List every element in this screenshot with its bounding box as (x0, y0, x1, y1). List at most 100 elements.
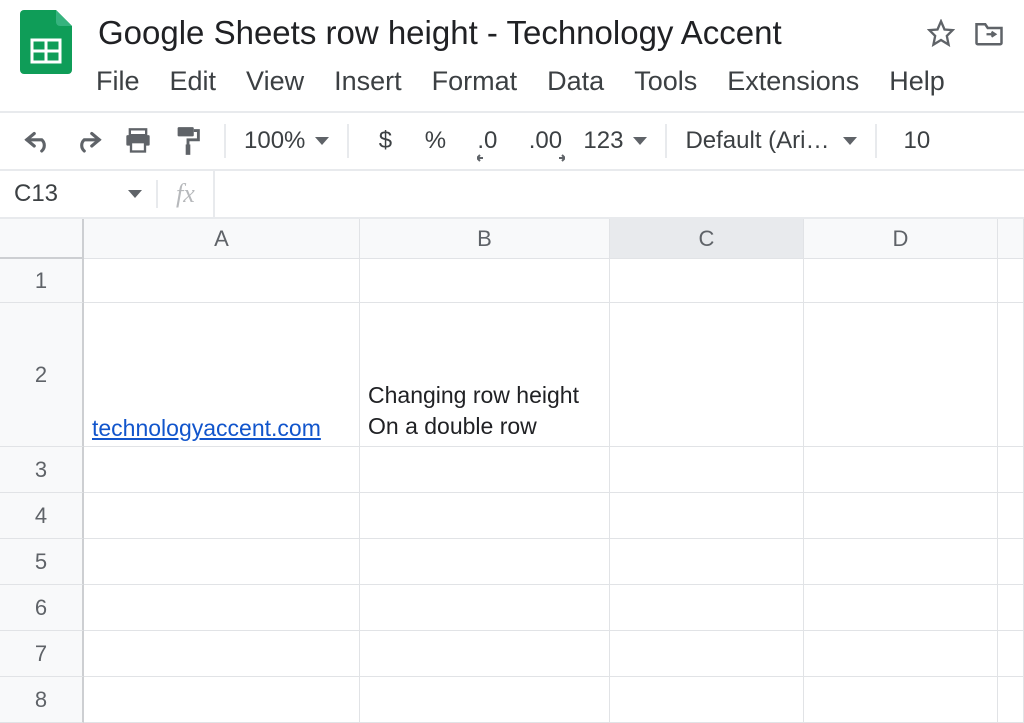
row-header-4[interactable]: 4 (0, 493, 84, 539)
toolbar-separator (347, 124, 349, 158)
menu-help[interactable]: Help (889, 66, 945, 97)
cell-E2[interactable] (998, 303, 1024, 447)
cell-C7[interactable] (610, 631, 804, 677)
cell-B7[interactable] (360, 631, 610, 677)
menu-format[interactable]: Format (432, 66, 518, 97)
column-header-E[interactable] (998, 219, 1024, 259)
redo-button[interactable] (70, 123, 106, 159)
name-box-value: C13 (14, 180, 58, 208)
decrease-decimal-button[interactable]: .0 (467, 123, 507, 159)
row-header-2[interactable]: 2 (0, 303, 84, 447)
row-header-6[interactable]: 6 (0, 585, 84, 631)
menu-insert[interactable]: Insert (334, 66, 402, 97)
toolbar-separator (875, 124, 877, 158)
spreadsheet-grid: A B C D 1 2 technologyaccent.com Changin… (0, 219, 1024, 723)
cell-A7[interactable] (84, 631, 360, 677)
zoom-selector[interactable]: 100% (244, 127, 329, 155)
cell-C5[interactable] (610, 539, 804, 585)
cell-B4[interactable] (360, 493, 610, 539)
chevron-down-icon (128, 190, 142, 198)
menu-data[interactable]: Data (547, 66, 604, 97)
cell-A2[interactable]: technologyaccent.com (84, 303, 360, 447)
chevron-down-icon (315, 137, 329, 145)
cell-A2-link[interactable]: technologyaccent.com (92, 415, 321, 442)
cell-C8[interactable] (610, 677, 804, 723)
menu-extensions[interactable]: Extensions (727, 66, 859, 97)
cell-D4[interactable] (804, 493, 998, 539)
row-header-1[interactable]: 1 (0, 259, 84, 303)
menu-edit[interactable]: Edit (170, 66, 217, 97)
column-header-C[interactable]: C (610, 219, 804, 259)
formula-bar: C13 fx (0, 169, 1024, 219)
cell-B5[interactable] (360, 539, 610, 585)
row-header-5[interactable]: 5 (0, 539, 84, 585)
cell-B6[interactable] (360, 585, 610, 631)
row-header-3[interactable]: 3 (0, 447, 84, 493)
more-formats-button[interactable]: 123 (583, 127, 647, 155)
cell-A3[interactable] (84, 447, 360, 493)
cell-C4[interactable] (610, 493, 804, 539)
cell-E3[interactable] (998, 447, 1024, 493)
cell-E4[interactable] (998, 493, 1024, 539)
menu-bar: File Edit View Insert Format Data Tools … (96, 56, 1010, 111)
title-area: Google Sheets row height - Technology Ac… (96, 10, 1010, 111)
column-header-D[interactable]: D (804, 219, 998, 259)
row-header-8[interactable]: 8 (0, 677, 84, 723)
cell-E8[interactable] (998, 677, 1024, 723)
row-header-7[interactable]: 7 (0, 631, 84, 677)
cell-A4[interactable] (84, 493, 360, 539)
zoom-value: 100% (244, 127, 305, 155)
cell-A8[interactable] (84, 677, 360, 723)
toolbar: 100% $ % .0 .00 123 Default (Ari… 10 (0, 113, 1024, 169)
cell-B8[interactable] (360, 677, 610, 723)
font-size-input[interactable]: 10 (895, 127, 930, 155)
paint-format-button[interactable] (170, 123, 206, 159)
cell-B2[interactable]: Changing row height On a double row (360, 303, 610, 447)
font-selector[interactable]: Default (Ari… (685, 127, 857, 155)
cell-C2[interactable] (610, 303, 804, 447)
cell-D3[interactable] (804, 447, 998, 493)
chevron-down-icon (633, 137, 647, 145)
more-formats-label: 123 (583, 127, 623, 155)
toolbar-separator (665, 124, 667, 158)
cell-D7[interactable] (804, 631, 998, 677)
cell-D1[interactable] (804, 259, 998, 303)
cell-E1[interactable] (998, 259, 1024, 303)
decrease-decimal-label: .0 (477, 127, 497, 155)
format-percent-button[interactable]: % (417, 123, 453, 159)
move-to-folder-icon[interactable] (972, 16, 1006, 50)
cell-C1[interactable] (610, 259, 804, 303)
document-title[interactable]: Google Sheets row height - Technology Ac… (96, 10, 784, 56)
menu-file[interactable]: File (96, 66, 140, 97)
header: Google Sheets row height - Technology Ac… (0, 0, 1024, 111)
menu-tools[interactable]: Tools (634, 66, 697, 97)
cell-D5[interactable] (804, 539, 998, 585)
increase-decimal-label: .00 (529, 127, 562, 155)
format-currency-button[interactable]: $ (367, 123, 403, 159)
cell-A6[interactable] (84, 585, 360, 631)
undo-button[interactable] (20, 123, 56, 159)
font-name: Default (Ari… (685, 127, 829, 155)
cell-B3[interactable] (360, 447, 610, 493)
menu-view[interactable]: View (246, 66, 304, 97)
cell-C6[interactable] (610, 585, 804, 631)
cell-E7[interactable] (998, 631, 1024, 677)
cell-E6[interactable] (998, 585, 1024, 631)
select-all-corner[interactable] (0, 219, 84, 259)
cell-B1[interactable] (360, 259, 610, 303)
cell-A5[interactable] (84, 539, 360, 585)
increase-decimal-button[interactable]: .00 (521, 123, 569, 159)
star-icon[interactable] (924, 16, 958, 50)
column-header-A[interactable]: A (84, 219, 360, 259)
cell-A1[interactable] (84, 259, 360, 303)
cell-D6[interactable] (804, 585, 998, 631)
print-button[interactable] (120, 123, 156, 159)
cell-D8[interactable] (804, 677, 998, 723)
column-header-B[interactable]: B (360, 219, 610, 259)
cell-D2[interactable] (804, 303, 998, 447)
sheets-logo[interactable] (14, 10, 78, 74)
fx-label: fx (158, 171, 215, 217)
cell-E5[interactable] (998, 539, 1024, 585)
name-box[interactable]: C13 (0, 180, 158, 208)
cell-C3[interactable] (610, 447, 804, 493)
